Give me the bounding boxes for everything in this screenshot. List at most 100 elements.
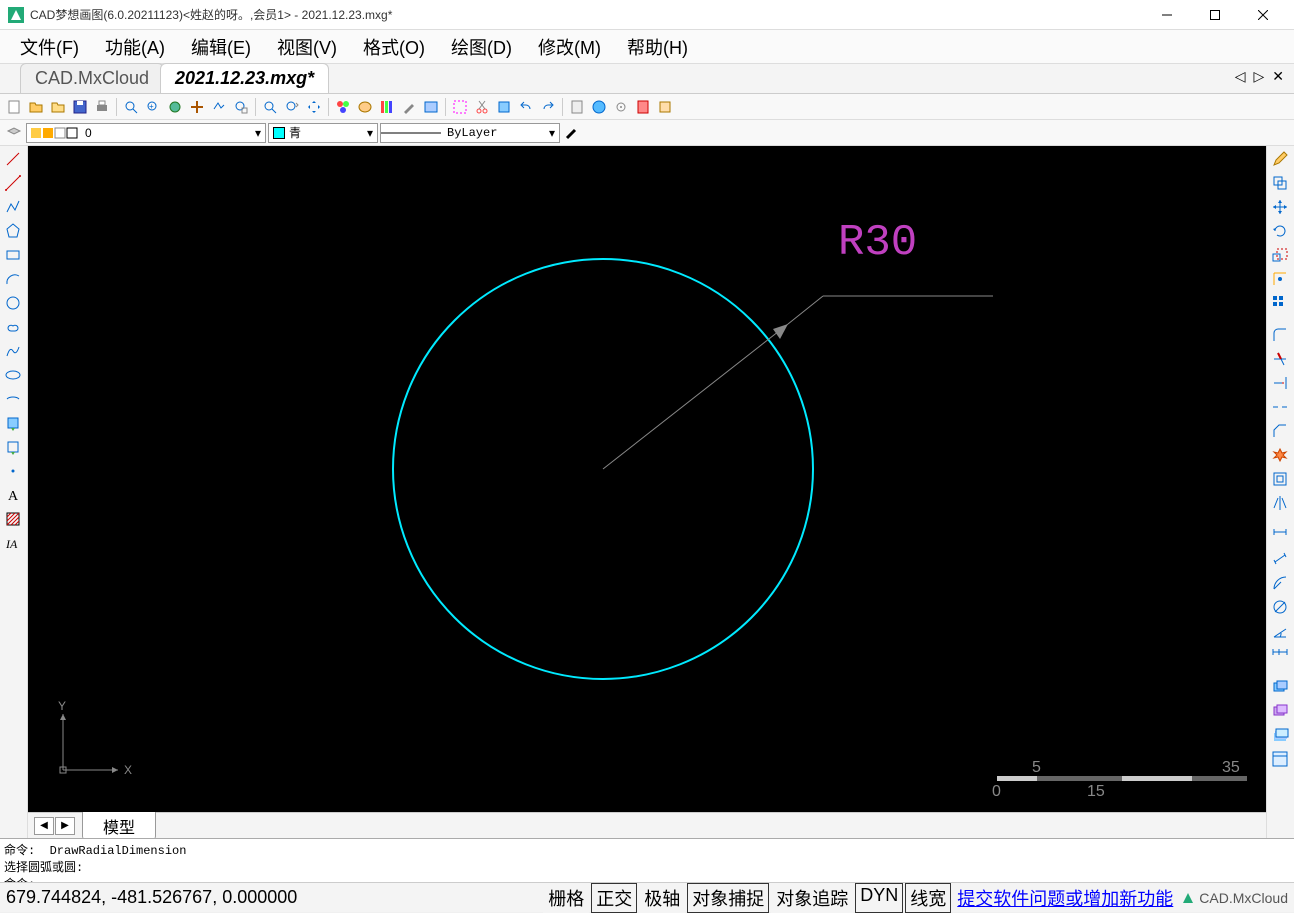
offset-icon[interactable] xyxy=(1269,468,1291,490)
array-icon[interactable] xyxy=(1269,292,1291,314)
layout-next-icon[interactable]: ▶ xyxy=(55,817,75,835)
toggle-lwt[interactable]: 线宽 xyxy=(905,883,951,913)
xline-icon[interactable] xyxy=(2,172,24,194)
dim-continue-icon[interactable] xyxy=(1269,644,1291,666)
save-icon[interactable] xyxy=(70,97,90,117)
toggle-ortho[interactable]: 正交 xyxy=(591,883,637,913)
zoom-icon[interactable] xyxy=(121,97,141,117)
globe-icon[interactable] xyxy=(589,97,609,117)
undo-icon[interactable] xyxy=(516,97,536,117)
export-icon[interactable] xyxy=(655,97,675,117)
move-icon[interactable] xyxy=(304,97,324,117)
pan-icon[interactable] xyxy=(187,97,207,117)
toggle-grid[interactable]: 栅格 xyxy=(543,883,589,913)
new-icon[interactable] xyxy=(4,97,24,117)
calculator-icon[interactable] xyxy=(567,97,587,117)
trim-icon[interactable] xyxy=(1269,348,1291,370)
fillet-begin-icon[interactable] xyxy=(1269,324,1291,346)
chamfer-icon[interactable] xyxy=(1269,420,1291,442)
layer-stack-icon[interactable] xyxy=(1269,724,1291,746)
folder-icon[interactable] xyxy=(48,97,68,117)
insert-block-icon[interactable] xyxy=(2,412,24,434)
move2-icon[interactable] xyxy=(1269,196,1291,218)
revcloud-icon[interactable] xyxy=(2,316,24,338)
mtext-icon[interactable]: IA xyxy=(2,532,24,554)
line-icon[interactable] xyxy=(2,148,24,170)
break-icon[interactable] xyxy=(1269,396,1291,418)
cut-icon[interactable] xyxy=(472,97,492,117)
rectangle-icon[interactable] xyxy=(2,244,24,266)
pdf-icon[interactable] xyxy=(633,97,653,117)
toggle-dyn[interactable]: DYN xyxy=(855,883,903,913)
settings-icon[interactable] xyxy=(611,97,631,117)
arc-icon[interactable] xyxy=(2,268,24,290)
tab-cloud[interactable]: CAD.MxCloud xyxy=(20,63,164,93)
palette-icon[interactable] xyxy=(355,97,375,117)
properties-icon[interactable] xyxy=(1269,748,1291,770)
menu-format[interactable]: 格式(O) xyxy=(353,30,435,64)
align-icon[interactable] xyxy=(1269,268,1291,290)
layers-icon[interactable] xyxy=(377,97,397,117)
command-window[interactable]: 命令: DrawRadialDimension 选择圆弧或圆: 命令: xyxy=(0,838,1294,882)
dim-aligned-icon[interactable] xyxy=(1269,548,1291,570)
drawing-canvas[interactable]: R30 X Y 5 35 0 xyxy=(28,146,1266,812)
select-icon[interactable] xyxy=(450,97,470,117)
open-icon[interactable] xyxy=(26,97,46,117)
spline-icon[interactable] xyxy=(2,340,24,362)
zoom-in-icon[interactable]: + xyxy=(143,97,163,117)
layer-manager-icon[interactable] xyxy=(4,123,24,143)
maximize-button[interactable] xyxy=(1192,1,1238,29)
color-icon[interactable] xyxy=(333,97,353,117)
extend-icon[interactable] xyxy=(1269,372,1291,394)
lineweight-icon[interactable] xyxy=(562,123,582,143)
block-icon[interactable] xyxy=(494,97,514,117)
toggle-polar[interactable]: 极轴 xyxy=(639,883,685,913)
menu-modify[interactable]: 修改(M) xyxy=(528,30,611,64)
hatch-icon[interactable] xyxy=(2,508,24,530)
menu-file[interactable]: 文件(F) xyxy=(10,30,89,64)
ellipse-arc-icon[interactable] xyxy=(2,388,24,410)
layer-selector[interactable]: 0 ▾ xyxy=(26,123,266,143)
circle-icon[interactable] xyxy=(2,292,24,314)
minimize-button[interactable] xyxy=(1144,1,1190,29)
zoom-previous-icon[interactable] xyxy=(282,97,302,117)
window-icon[interactable] xyxy=(421,97,441,117)
explode-icon[interactable] xyxy=(1269,444,1291,466)
layout-prev-icon[interactable]: ◀ xyxy=(34,817,54,835)
layer-copy-icon[interactable] xyxy=(1269,676,1291,698)
dim-radius-icon[interactable] xyxy=(1269,572,1291,594)
menu-draw[interactable]: 绘图(D) xyxy=(441,30,522,64)
redo-icon[interactable] xyxy=(538,97,558,117)
print-icon[interactable] xyxy=(92,97,112,117)
zoom-realtime-icon[interactable] xyxy=(260,97,280,117)
model-tab[interactable]: 模型 xyxy=(82,811,156,838)
zoom-extents-icon[interactable] xyxy=(165,97,185,117)
tab-next-icon[interactable]: ▷ xyxy=(1251,68,1266,85)
mirror-icon[interactable] xyxy=(1269,492,1291,514)
polyline-icon[interactable] xyxy=(2,196,24,218)
color-selector[interactable]: 青 ▾ xyxy=(268,123,378,143)
sketch-icon[interactable] xyxy=(209,97,229,117)
menu-help[interactable]: 帮助(H) xyxy=(617,30,698,64)
ellipse-icon[interactable] xyxy=(2,364,24,386)
tab-close-icon[interactable]: ✕ xyxy=(1270,68,1286,85)
close-button[interactable] xyxy=(1240,1,1286,29)
dim-angle-icon[interactable] xyxy=(1269,620,1291,642)
make-block-icon[interactable] xyxy=(2,436,24,458)
tab-current[interactable]: 2021.12.23.mxg* xyxy=(160,63,329,93)
point-icon[interactable] xyxy=(2,460,24,482)
tab-prev-icon[interactable]: ◁ xyxy=(1233,68,1248,85)
linetype-selector[interactable]: ByLayer ▾ xyxy=(380,123,560,143)
scale-icon[interactable] xyxy=(1269,244,1291,266)
menu-edit[interactable]: 编辑(E) xyxy=(181,30,261,64)
polygon-icon[interactable] xyxy=(2,220,24,242)
layer-move-icon[interactable] xyxy=(1269,700,1291,722)
copy-icon[interactable] xyxy=(1269,172,1291,194)
feedback-link[interactable]: 提交软件问题或增加新功能 xyxy=(957,885,1173,911)
dim-linear-icon[interactable] xyxy=(1269,524,1291,546)
pencil-icon[interactable] xyxy=(1269,148,1291,170)
text-icon[interactable]: A xyxy=(2,484,24,506)
toggle-osnap[interactable]: 对象捕捉 xyxy=(687,883,769,913)
menu-view[interactable]: 视图(V) xyxy=(267,30,347,64)
brush-icon[interactable] xyxy=(399,97,419,117)
